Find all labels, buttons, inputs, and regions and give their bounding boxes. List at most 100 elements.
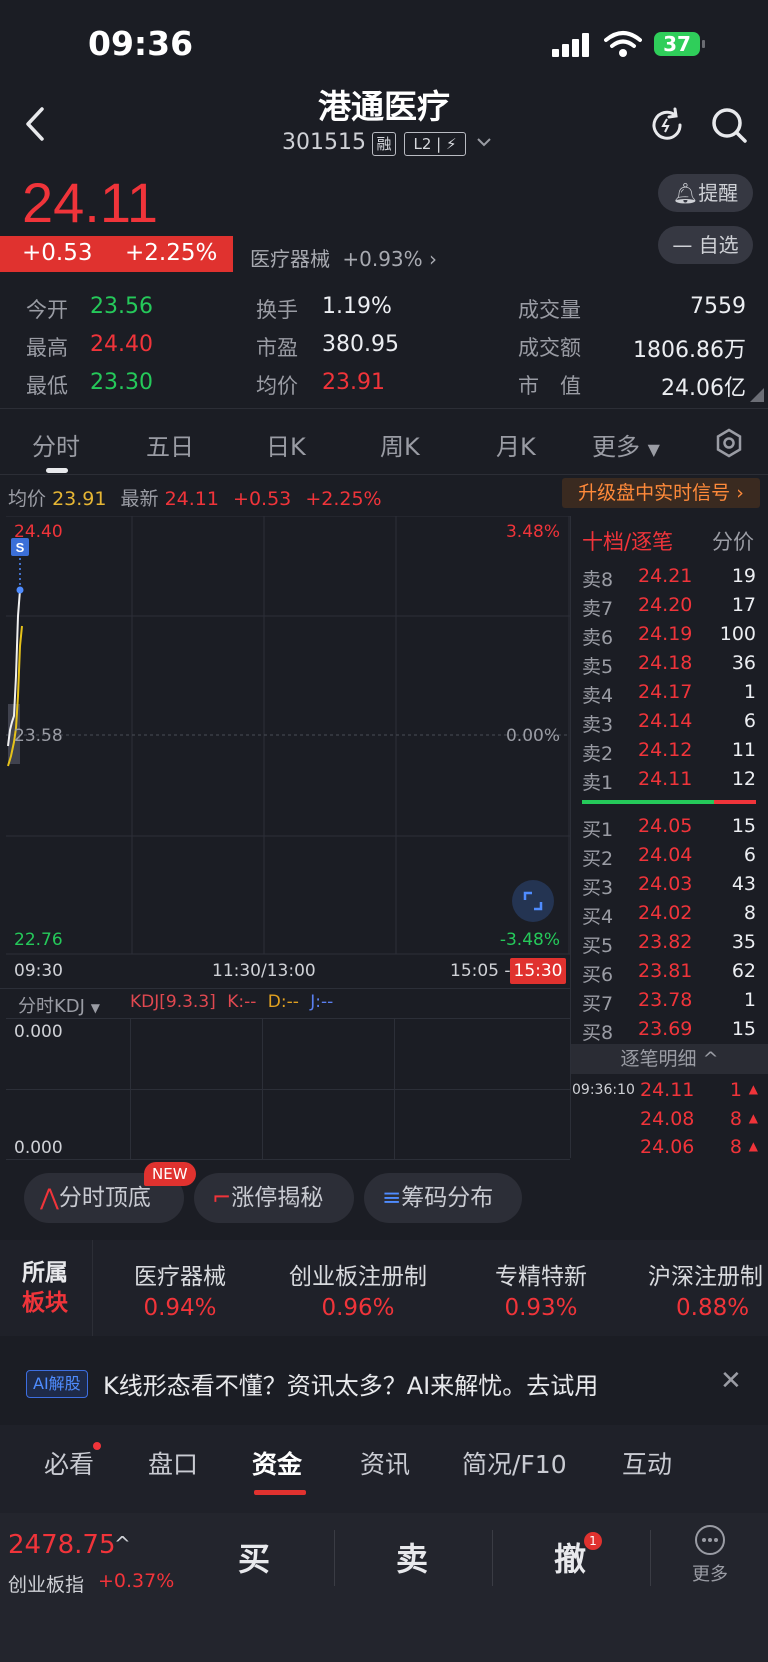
tab-must-see[interactable]: 必看 xyxy=(44,1445,94,1481)
tab-weekly[interactable]: 周K xyxy=(380,427,420,462)
tick-volume: 8 xyxy=(729,1136,742,1158)
search-icon[interactable] xyxy=(710,106,750,146)
bid-volume: 35 xyxy=(731,931,756,953)
indicator-selector[interactable]: 分时KDJ ▼ xyxy=(18,992,100,1018)
close-icon[interactable]: ✕ xyxy=(720,1366,742,1396)
expand-corner-icon[interactable] xyxy=(750,388,764,402)
kdj-params: KDJ[9.3.3] xyxy=(130,992,216,1012)
tab-more[interactable]: 更多 ▼ xyxy=(592,427,660,462)
fullscreen-icon xyxy=(523,891,543,911)
sector-item-change: 0.96% xyxy=(321,1295,395,1321)
upgrade-signal-button[interactable]: 升级盘中实时信号 › xyxy=(562,478,760,508)
ask-label: 卖4 xyxy=(582,685,614,707)
feature-limit-up[interactable]: ⌐涨停揭秘 xyxy=(194,1173,354,1223)
ai-banner-text: K线形态看不懂？资讯太多？AI来解忧。去试用 xyxy=(103,1372,599,1400)
feature-label: 筹码分布 xyxy=(401,1185,494,1211)
sector-item-change: 0.94% xyxy=(143,1295,217,1321)
ticks-title: 逐笔明细 xyxy=(620,1048,697,1070)
settings-icon[interactable] xyxy=(714,428,744,458)
price-change: +0.53 xyxy=(22,240,93,266)
stock-code: 301515 xyxy=(282,130,366,155)
kdj-d: D:-- xyxy=(267,992,299,1012)
tab-intraday[interactable]: 分时 xyxy=(32,427,80,462)
alert-label: 提醒 xyxy=(698,181,739,205)
sector-item-name[interactable]: 专精特新 xyxy=(456,1257,626,1291)
sector-item-name[interactable]: 医疗器械 xyxy=(100,1257,260,1291)
feature-label: 分时顶底 xyxy=(58,1185,151,1211)
intraday-chart[interactable]: S xyxy=(6,516,570,956)
tab-funds[interactable]: 资金 xyxy=(252,1445,302,1481)
tab-news[interactable]: 资讯 xyxy=(360,1445,410,1481)
ask-price: 24.17 xyxy=(638,681,693,703)
tab-active-indicator xyxy=(46,468,68,473)
bid-label: 买7 xyxy=(582,993,614,1015)
feature-chip-distribution[interactable]: ≡筹码分布 xyxy=(364,1173,522,1223)
bid-label: 买1 xyxy=(582,819,614,841)
stat-turnover: 1.19% xyxy=(322,294,392,319)
price-change-pct: +2.25% xyxy=(125,240,218,266)
stat-turnover-label: 换手 xyxy=(256,298,298,322)
bid-volume: 1 xyxy=(743,989,756,1011)
bell-icon: 🔔︎ xyxy=(672,181,699,205)
bid-volume: 15 xyxy=(731,815,756,837)
sector-item-name[interactable]: 沪深注册制 xyxy=(648,1257,763,1291)
bid-price: 23.81 xyxy=(638,960,693,982)
buy-button[interactable]: 买 xyxy=(238,1534,270,1580)
orderbook-tab-price[interactable]: 分价 xyxy=(712,526,754,556)
cancel-button[interactable]: 撤 xyxy=(554,1534,586,1580)
ai-banner[interactable]: AI解股 K线形态看不懂？资讯太多？AI来解忧。去试用 ✕ xyxy=(0,1356,768,1412)
tab-more-label: 更多 xyxy=(592,433,640,461)
tab-monthly[interactable]: 月K xyxy=(496,427,536,462)
sector-item-name[interactable]: 创业板注册制 xyxy=(272,1257,444,1291)
kdj-values: KDJ[9.3.3] K:-- D:-- J:-- xyxy=(130,992,333,1012)
tick-up-icon: ▲ xyxy=(748,1111,758,1125)
index-value: 2478.75 xyxy=(8,1530,116,1560)
bid-price: 24.05 xyxy=(638,815,693,837)
stat-high-label: 最高 xyxy=(26,336,68,360)
bid-price: 24.03 xyxy=(638,873,693,895)
status-time: 09:36 xyxy=(88,24,194,63)
stat-mcap-label: 市 值 xyxy=(518,374,581,398)
chevron-down-icon[interactable] xyxy=(476,136,492,148)
alert-button[interactable]: 🔔︎提醒 xyxy=(658,174,753,212)
wifi-icon xyxy=(604,31,642,57)
info-avg-label: 均价 xyxy=(8,488,47,510)
sector-change: +0.93% xyxy=(342,247,423,271)
caret-down-icon: ▼ xyxy=(647,440,660,459)
chip-dist-icon: ≡ xyxy=(382,1185,402,1211)
tab-profile-f10[interactable]: 简况/F10 xyxy=(462,1445,567,1481)
tick-up-icon: ▲ xyxy=(748,1139,758,1153)
index-ticker[interactable]: 2478.75 ^ 创业板指 +0.37% xyxy=(8,1530,178,1600)
tab-interaction[interactable]: 互动 xyxy=(622,1445,672,1481)
sector-name: 医疗器械 xyxy=(250,247,330,271)
chart-mid-pct: 0.00% xyxy=(505,726,560,746)
more-button[interactable]: 更多 xyxy=(688,1524,732,1588)
sector-link[interactable]: 医疗器械 +0.93% › xyxy=(250,243,437,272)
ticks-header[interactable]: 逐笔明细 ^ xyxy=(571,1044,768,1074)
tick-price: 24.08 xyxy=(640,1108,695,1130)
last-point-marker xyxy=(16,586,24,594)
intraday-info-row: 均价 23.91 最新 24.11 +0.53 +2.25% xyxy=(8,484,382,511)
bid-label: 买6 xyxy=(582,964,614,986)
orderbook-tab-active[interactable]: 十档/逐笔 xyxy=(582,526,673,556)
battery-icon: 37 xyxy=(654,32,700,56)
tab-daily[interactable]: 日K xyxy=(266,427,306,462)
tab-order-book[interactable]: 盘口 xyxy=(148,1445,198,1481)
chart-top-price: 24.40 xyxy=(14,522,63,542)
watchlist-button[interactable]: — 自选 xyxy=(658,226,753,264)
ask-price: 24.20 xyxy=(638,594,693,616)
sell-button[interactable]: 卖 xyxy=(396,1534,428,1580)
chevron-right-icon: › xyxy=(429,247,438,271)
signal-icon xyxy=(552,33,592,57)
fullscreen-button[interactable] xyxy=(512,880,554,922)
level2-tag[interactable]: L2 | ⚡ xyxy=(404,132,466,156)
chevron-up-icon: ^ xyxy=(114,1532,131,1556)
tab-five-day[interactable]: 五日 xyxy=(146,427,194,462)
refresh-icon[interactable] xyxy=(648,106,686,144)
bid-price: 23.78 xyxy=(638,989,693,1011)
ask-label: 卖2 xyxy=(582,743,614,765)
bid-label: 买3 xyxy=(582,877,614,899)
indicator-top-value: 0.000 xyxy=(14,1022,63,1042)
sectors-title-top: 所属 xyxy=(22,1260,68,1286)
bid-price: 24.04 xyxy=(638,844,693,866)
